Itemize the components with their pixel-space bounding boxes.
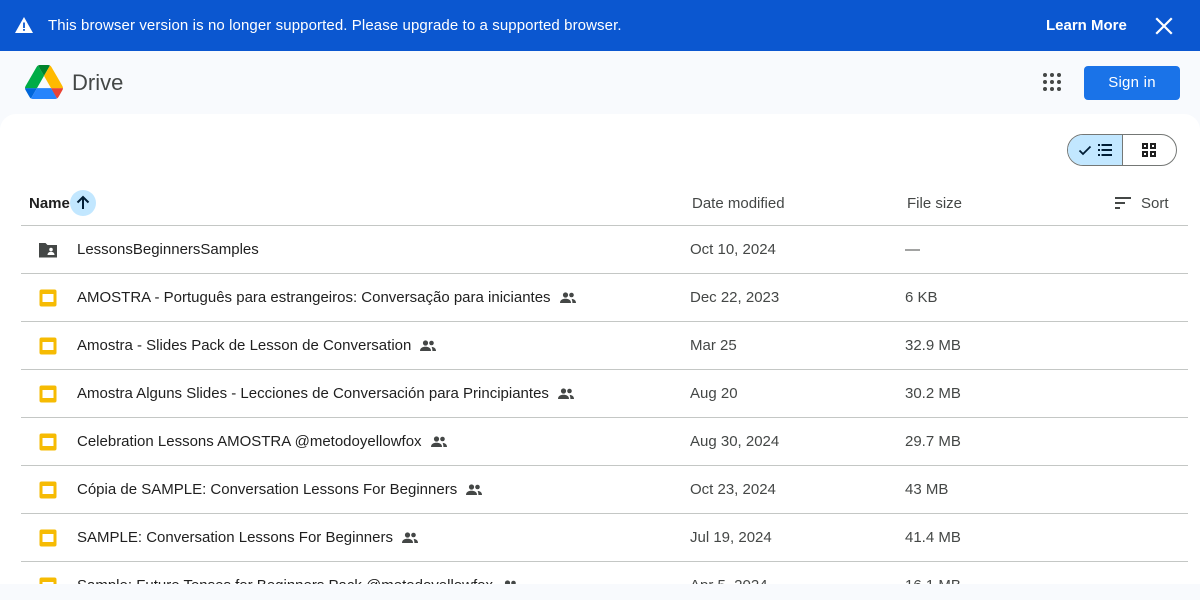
sort-icon [1115,197,1131,209]
close-icon[interactable] [1152,14,1176,38]
file-row[interactable]: SAMPLE: Conversation Lessons For Beginne… [21,514,1188,562]
file-row[interactable]: Amostra - Slides Pack de Lesson de Conve… [21,322,1188,370]
shared-people-icon [504,580,516,584]
file-name[interactable]: Cópia de SAMPLE: Conversation Lessons Fo… [77,480,457,500]
google-slides-icon [39,385,57,403]
app-header: Drive Sign in [0,51,1200,114]
apps-grid-icon[interactable] [1040,70,1064,94]
sort-label: Sort [1141,195,1169,212]
shared-people-icon [559,292,576,303]
file-name[interactable]: Sample: Future Tenses for Beginners Pack… [77,576,493,584]
date-modified-column-header[interactable]: Date modified [692,194,785,214]
list-view-button[interactable] [1068,135,1123,165]
banner-message: This browser version is no longer suppor… [48,17,622,34]
file-name[interactable]: LessonsBeginnersSamples [77,240,259,260]
google-slides-icon [39,289,57,307]
google-slides-icon [39,481,57,499]
file-row[interactable]: Amostra Alguns Slides - Lecciones de Con… [21,370,1188,418]
shared-people-icon [420,340,437,351]
file-name[interactable]: Amostra Alguns Slides - Lecciones de Con… [77,384,549,404]
file-list: LessonsBeginnersSamples Oct 10, 2024 — AMOS… [21,226,1188,584]
google-slides-icon [39,577,57,584]
file-name[interactable]: Celebration Lessons AMOSTRA @metodoyello… [77,432,422,452]
list-view-icon [1098,144,1112,156]
file-row[interactable]: Sample: Future Tenses for Beginners Pack… [21,562,1188,584]
check-icon [1078,145,1092,156]
date-modified: Aug 30, 2024 [690,433,780,450]
shared-people-icon [430,436,447,447]
view-toggle [1067,134,1177,166]
shared-people-icon [466,484,483,495]
date-modified: Jul 19, 2024 [690,529,772,546]
file-name-cell: Amostra Alguns Slides - Lecciones de Con… [77,384,575,404]
file-size: 41.4 MB [905,529,961,546]
file-name-cell: Cópia de SAMPLE: Conversation Lessons Fo… [77,480,483,500]
date-modified: Mar 25 [690,337,737,354]
google-drive-logo[interactable] [25,65,63,99]
google-slides-icon [39,529,57,547]
file-name[interactable]: SAMPLE: Conversation Lessons For Beginne… [77,528,393,548]
product-name: Drive [72,70,124,95]
file-name-cell: AMOSTRA - Português para estrangeiros: C… [77,288,577,308]
file-size: 30.2 MB [905,385,961,402]
arrow-up-icon [76,195,90,209]
date-modified: Oct 10, 2024 [690,241,776,258]
shared-folder-icon [39,243,57,258]
file-name-cell: SAMPLE: Conversation Lessons For Beginne… [77,528,419,548]
file-name[interactable]: Amostra - Slides Pack de Lesson de Conve… [77,336,411,356]
file-size-column-header[interactable]: File size [907,194,962,214]
file-size: — [905,241,920,258]
bottom-strip [0,584,1200,600]
date-modified: Aug 20 [690,385,738,402]
file-name-cell: Sample: Future Tenses for Beginners Pack… [77,576,519,584]
date-modified: Oct 23, 2024 [690,481,776,498]
grid-view-button[interactable] [1123,135,1177,165]
file-row[interactable]: Cópia de SAMPLE: Conversation Lessons Fo… [21,466,1188,514]
file-list-panel: Name Date modified File size Sort Lesson… [0,114,1200,584]
google-slides-icon [39,433,57,451]
date-modified: Apr 5, 2024 [690,576,768,584]
grid-view-icon [1141,143,1156,157]
file-name-cell: LessonsBeginnersSamples [77,240,259,260]
shared-people-icon [557,388,574,399]
sort-direction-button[interactable] [70,190,96,216]
google-slides-icon [39,337,57,355]
file-name-cell: Celebration Lessons AMOSTRA @metodoyello… [77,432,448,452]
warning-icon [15,17,33,33]
name-column-header[interactable]: Name [29,194,70,214]
unsupported-browser-banner: This browser version is no longer suppor… [0,0,1200,51]
file-size: 16.1 MB [905,576,961,584]
sign-in-button[interactable]: Sign in [1084,66,1180,100]
shared-people-icon [402,532,418,543]
date-modified: Dec 22, 2023 [690,289,780,306]
learn-more-link[interactable]: Learn More [1046,16,1127,36]
column-header-row: Name Date modified File size Sort [21,182,1188,226]
file-name-cell: Amostra - Slides Pack de Lesson de Conve… [77,336,437,356]
file-size: 29.7 MB [905,433,961,450]
file-size: 32.9 MB [905,337,961,354]
file-size: 43 MB [905,481,949,498]
file-row[interactable]: Celebration Lessons AMOSTRA @metodoyello… [21,418,1188,466]
file-row[interactable]: AMOSTRA - Português para estrangeiros: C… [21,274,1188,322]
file-row[interactable]: LessonsBeginnersSamples Oct 10, 2024 — [21,226,1188,274]
file-name[interactable]: AMOSTRA - Português para estrangeiros: C… [77,288,551,308]
file-size: 6 KB [905,289,938,306]
